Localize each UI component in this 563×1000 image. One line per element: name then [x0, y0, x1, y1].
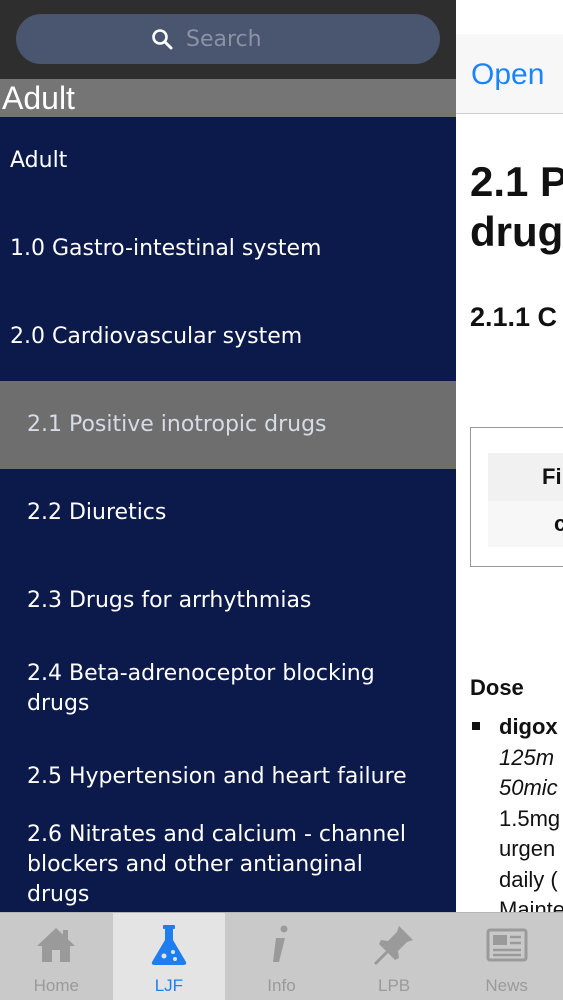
table-header-cell: Fi: [488, 453, 563, 501]
tab-label: LPB: [378, 976, 411, 995]
sidebar-item-diuretics[interactable]: 2.2 Diuretics: [0, 469, 456, 557]
table-cell: c: [488, 501, 563, 547]
sidebar-item-beta-blockers[interactable]: 2.4 Beta-adrenoceptor blocking drugs: [0, 645, 456, 733]
open-button[interactable]: Open: [471, 58, 544, 92]
sidebar-item-nitrates[interactable]: 2.6 Nitrates and calcium - channel block…: [0, 819, 456, 911]
status-area: [456, 0, 563, 34]
detail-panel: Open 2.1 P drug 2.1.1 C Fi c Dose digox …: [456, 0, 563, 912]
tab-label: Info: [267, 976, 296, 995]
sidebar-item-label: 2.6 Nitrates and calcium - channel block…: [27, 822, 406, 907]
sidebar-item-arrhythmias[interactable]: 2.3 Drugs for arrhythmias: [0, 557, 456, 645]
tab-label: Home: [33, 976, 79, 995]
search-icon: [152, 29, 173, 50]
newspaper-icon: [486, 928, 528, 962]
home-icon: [37, 928, 76, 962]
search-field[interactable]: [16, 14, 440, 64]
sidebar-item-label: 2.0 Cardiovascular system: [10, 324, 303, 349]
sidebar-item-adult[interactable]: Adult: [0, 117, 456, 205]
sidebar-item-label: 2.4 Beta-adrenoceptor blocking drugs: [27, 661, 375, 716]
pin-icon: [374, 926, 414, 966]
sidebar-item-hypertension[interactable]: 2.5 Hypertension and heart failure: [0, 733, 456, 821]
sidebar-item-label: 1.0 Gastro-intestinal system: [10, 236, 322, 261]
sidebar-panel: Adult Adult 1.0 Gastro-intestinal system…: [0, 0, 456, 912]
bullet-marker: [472, 722, 480, 730]
tab-lpb[interactable]: LPB: [338, 913, 451, 1000]
detail-navbar: Open: [456, 34, 563, 114]
section-subtitle: 2.1.1 C: [470, 302, 558, 332]
info-icon: [273, 925, 288, 962]
sidebar-item-label: 2.3 Drugs for arrhythmias: [27, 588, 312, 613]
sidebar-item-cardiovascular[interactable]: 2.0 Cardiovascular system: [0, 293, 456, 381]
tab-bar: Home LJF Info LPB News: [0, 912, 563, 1000]
sidebar-item-positive-inotropic[interactable]: 2.1 Positive inotropic drugs: [0, 381, 456, 469]
sidebar-item-label: 2.2 Diuretics: [27, 500, 167, 525]
dose-heading: Dose: [470, 675, 524, 700]
search-bar: [0, 0, 456, 79]
sidebar-item-label: Adult: [10, 148, 68, 173]
flask-icon: [151, 925, 187, 965]
tab-ljf[interactable]: LJF: [112, 913, 226, 1000]
page-title: 2.1 P drug: [470, 158, 563, 255]
tab-news[interactable]: News: [450, 913, 563, 1000]
sidebar-item-gastro-intestinal[interactable]: 1.0 Gastro-intestinal system: [0, 205, 456, 293]
tab-label: LJF: [154, 976, 184, 995]
search-input[interactable]: [186, 26, 306, 52]
section-header: Adult: [0, 79, 456, 117]
tab-info[interactable]: Info: [225, 913, 338, 1000]
tab-label: News: [485, 976, 528, 995]
sidebar-item-label: 2.1 Positive inotropic drugs: [27, 412, 327, 437]
dose-text: digox 125m 50mic 1.5mg urgen daily ( Mai…: [499, 714, 563, 912]
sidebar-item-label: 2.5 Hypertension and heart failure: [27, 764, 407, 789]
tab-home[interactable]: Home: [0, 913, 113, 1000]
